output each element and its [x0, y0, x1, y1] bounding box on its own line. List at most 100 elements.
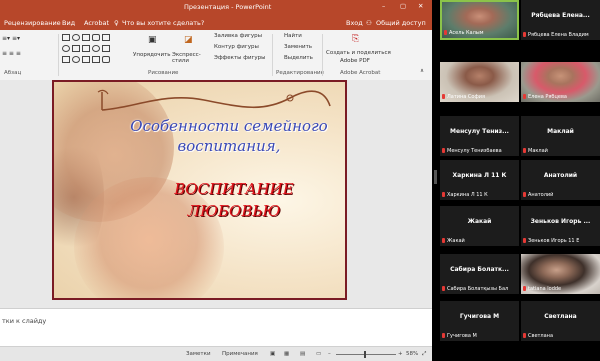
mic-muted-icon	[523, 333, 526, 338]
group-drawing: Рисование	[148, 70, 179, 76]
ornament-flourish	[97, 89, 331, 111]
participant-name: Рябцева Елена...	[531, 12, 590, 19]
participant-name: Маклай	[547, 128, 574, 135]
mic-muted-icon	[523, 192, 526, 197]
find-button[interactable]: Найти	[284, 33, 302, 39]
menu-acrobat[interactable]: Acrobat	[84, 19, 109, 27]
shape-fill-button[interactable]: Заливка фигуры	[214, 33, 262, 39]
slide[interactable]: Особенности семейного воспитания, ВОСПИТ…	[52, 80, 347, 300]
participant-caption: Светлана	[523, 333, 553, 339]
minimize-icon[interactable]: –	[382, 2, 385, 10]
slide-sorter-icon[interactable]: ▦	[284, 351, 289, 357]
participant-tile[interactable]: Латина София	[440, 62, 519, 102]
shape-effects-button[interactable]: Эффекты фигуры	[214, 55, 266, 61]
title-bar: Презентация - PowerPoint – ▢ ✕	[0, 0, 432, 16]
participant-tile[interactable]: Жакай Жакай	[440, 206, 519, 246]
zoom-level[interactable]: 58%	[406, 351, 418, 357]
mic-muted-icon	[444, 30, 447, 35]
participant-grid: Асель Калым Рябцева Елена... Рябцева Еле…	[440, 0, 600, 361]
status-bar: Заметки Примечания ▣ ▦ ▤ ▭ – + 58% ⤢	[0, 346, 432, 361]
shape-outline-button[interactable]: Контур фигуры	[214, 44, 259, 50]
numbered-list-icon[interactable]: ≡▾ ≡▾	[2, 35, 20, 42]
participant-caption: Елена Рябцева	[523, 94, 567, 100]
notes-pane[interactable]: тки к слайду	[0, 308, 432, 347]
participant-tile[interactable]: Рябцева Елена... Рябцева Елена Владим	[521, 0, 600, 40]
create-pdf-button-line2[interactable]: Adobe PDF	[340, 58, 370, 64]
participant-name: Анатолий	[543, 172, 578, 179]
comments-toggle[interactable]: Примечания	[222, 351, 258, 357]
quick-styles-button[interactable]: Экспресс-стили	[172, 52, 206, 64]
participant-tile[interactable]: Харкина Л 11 К Харкина Л 11 К	[440, 160, 519, 200]
share-button[interactable]: Общий доступ	[376, 19, 426, 27]
powerpoint-window: Презентация - PowerPoint – ▢ ✕ Рецензиро…	[0, 0, 432, 361]
reading-view-icon[interactable]: ▤	[300, 351, 305, 357]
participant-caption: Сабира Болатқызы Бал	[442, 286, 508, 292]
maximize-icon[interactable]: ▢	[400, 2, 406, 10]
participant-tile[interactable]: Сабира Болатк... Сабира Болатқызы Бал	[440, 254, 519, 294]
quick-styles-icon[interactable]: ◪	[184, 35, 193, 45]
participant-tile[interactable]: Светлана Светлана	[521, 301, 600, 341]
collapse-ribbon-icon[interactable]: ∧	[420, 68, 424, 74]
mic-muted-icon	[523, 238, 526, 243]
fit-slide-icon[interactable]: ⤢	[422, 351, 426, 358]
participant-tile[interactable]: Елена Рябцева	[521, 62, 600, 102]
shapes-gallery[interactable]	[62, 34, 132, 66]
participant-caption: Анатолий	[523, 192, 553, 198]
slide-subtitle-line2: ЛЮБОВЬЮ	[187, 202, 281, 220]
mic-muted-icon	[523, 32, 526, 37]
participant-caption: Гучигова М	[442, 333, 477, 339]
participant-name: Зеньков Игорь ...	[530, 218, 591, 225]
close-icon[interactable]: ✕	[418, 2, 423, 10]
slide-title-line1: Особенности семейного	[130, 117, 328, 135]
arrange-icon[interactable]: ▣	[148, 35, 157, 45]
mic-muted-icon	[442, 333, 445, 338]
create-pdf-button[interactable]: Создать и поделиться	[326, 50, 391, 56]
participant-caption: Асель Калым	[444, 30, 484, 36]
participant-caption: Менсулу Тенизбаева	[442, 148, 502, 154]
slideshow-icon[interactable]: ▭	[316, 351, 321, 357]
participant-name: Жакай	[467, 218, 492, 225]
slide-title-line2: воспитания,	[177, 137, 281, 155]
slide-subtitle-line1: ВОСПИТАНИЕ	[174, 180, 294, 198]
slide-subtitle[interactable]: ВОСПИТАНИЕ ЛЮБОВЬЮ	[134, 178, 334, 222]
participant-name: Харкина Л 11 К	[452, 172, 507, 179]
menu-view[interactable]: Вид	[62, 19, 75, 27]
slide-title[interactable]: Особенности семейного воспитания,	[114, 116, 344, 156]
zoom-out-icon[interactable]: –	[328, 351, 331, 357]
mic-muted-icon	[442, 192, 445, 197]
participant-tile[interactable]: Зеньков Игорь ... Зеньков Игорь 11 Е	[521, 206, 600, 246]
participant-caption: tatiana lodde	[523, 286, 561, 292]
participant-tile[interactable]: Асель Калым	[440, 0, 519, 40]
participant-tile[interactable]: tatiana lodde	[521, 254, 600, 294]
zoom-in-icon[interactable]: +	[398, 351, 403, 357]
participant-caption: Зеньков Игорь 11 Е	[523, 238, 579, 244]
group-editing: Редактирование	[276, 70, 324, 76]
mic-muted-icon	[523, 94, 526, 99]
participant-name: Менсулу Тениз...	[450, 128, 509, 135]
select-button[interactable]: Выделить	[284, 55, 313, 61]
menu-review[interactable]: Рецензирование	[4, 19, 61, 27]
normal-view-icon[interactable]: ▣	[270, 351, 275, 357]
user-icon: ⚇	[366, 19, 372, 27]
create-pdf-icon[interactable]: ⎘	[352, 34, 359, 44]
notes-placeholder: тки к слайду	[2, 317, 47, 325]
lightbulb-icon: ♀	[114, 19, 119, 27]
mic-muted-icon	[442, 94, 445, 99]
arrange-button[interactable]: Упорядочить	[133, 52, 171, 58]
replace-button[interactable]: Заменить	[284, 44, 312, 50]
participant-tile[interactable]: Анатолий Анатолий	[521, 160, 600, 200]
panel-resize-handle[interactable]	[434, 170, 437, 184]
participant-name: Сабира Болатк...	[450, 266, 509, 273]
participant-name: Светлана	[544, 313, 577, 320]
participant-tile[interactable]: Маклай Маклай	[521, 116, 600, 156]
participant-tile[interactable]: Гучигова М Гучигова М	[440, 301, 519, 341]
zoom-slider[interactable]	[336, 354, 396, 355]
participant-caption: Жакай	[442, 238, 465, 244]
align-icon[interactable]: ≡ ≡ ≡	[2, 50, 21, 57]
tell-me-box[interactable]: Что вы хотите сделать?	[122, 19, 204, 27]
participant-tile[interactable]: Менсулу Тениз... Менсулу Тенизбаева	[440, 116, 519, 156]
notes-toggle[interactable]: Заметки	[186, 351, 211, 357]
signin-link[interactable]: Вход	[346, 19, 363, 27]
group-acrobat: Adobe Acrobat	[340, 70, 381, 76]
zoom-slider-thumb[interactable]	[364, 351, 366, 358]
